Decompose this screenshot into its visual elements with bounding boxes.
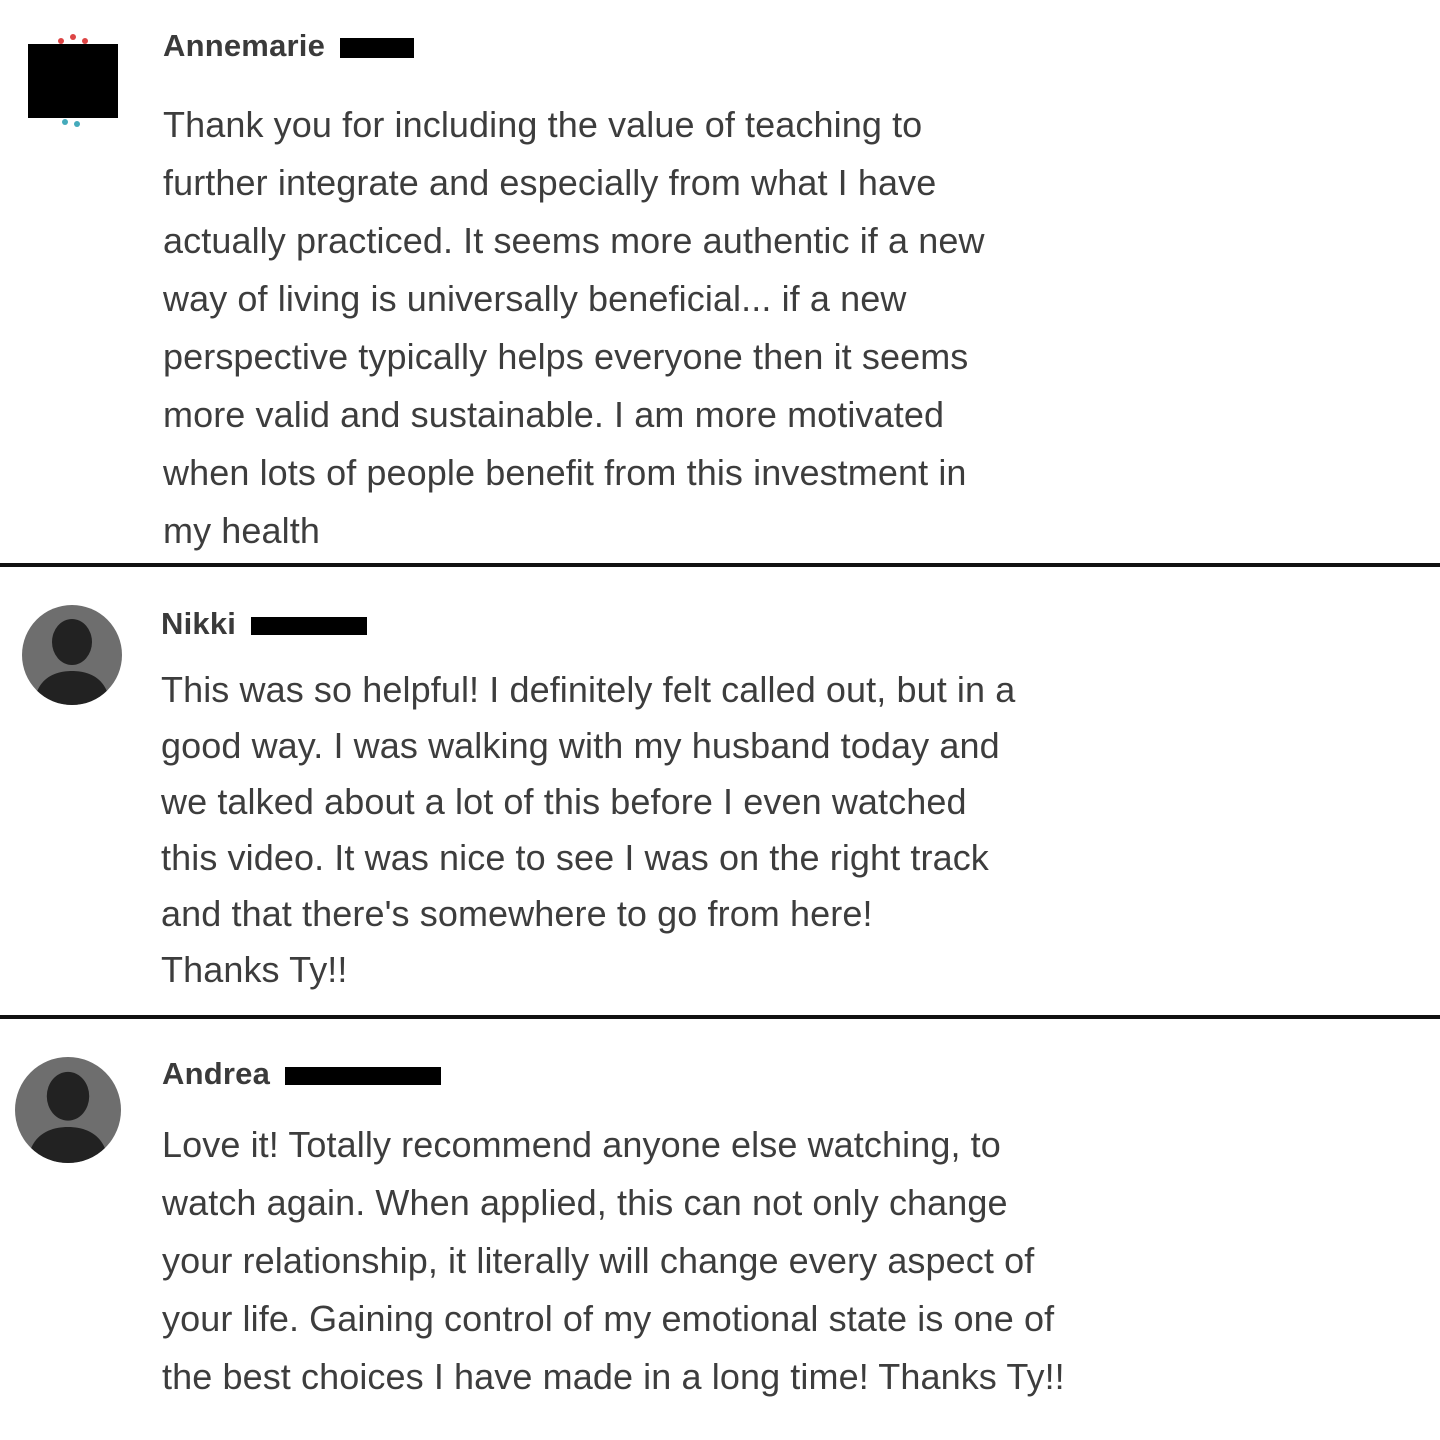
user-silhouette-icon [34,619,110,705]
text-line: your relationship, it literally will cha… [162,1240,1035,1281]
comment-author[interactable]: Annemarie [163,28,414,64]
text-line: and that there's somewhere to go from he… [161,893,873,934]
comment-author[interactable]: Andrea [162,1056,441,1092]
redacted-surname [339,37,414,58]
comment-text: This was so helpful! I definitely felt c… [161,662,1015,998]
text-line: your life. Gaining control of my emotion… [162,1298,1055,1339]
text-line: watch again. When applied, this can not … [162,1182,1008,1223]
redacted-surname [250,616,367,635]
text-line: my health [163,510,320,551]
text-line: Thank you for including the value of tea… [163,104,923,145]
comment-divider [0,563,1440,567]
text-line: This was so helpful! I definitely felt c… [161,669,1016,710]
text-line: Love it! Totally recommend anyone else w… [162,1124,1001,1165]
text-line: further integrate and especially from wh… [163,162,937,203]
avatar-redacted [28,44,118,118]
text-line: actually practiced. It seems more authen… [163,220,985,261]
comment-text: Love it! Totally recommend anyone else w… [162,1116,1065,1406]
avatar-decoration-icon [74,121,80,127]
text-line: the best choices I have made in a long t… [162,1356,1065,1397]
redacted-surname [284,1066,441,1085]
avatar-decoration-icon [82,38,88,44]
avatar-decoration-icon [62,119,68,125]
user-silhouette-icon [27,1071,109,1163]
text-line: way of living is universally beneficial.… [163,278,907,319]
comment-author[interactable]: Nikki [161,606,367,642]
avatar[interactable] [22,605,122,705]
text-line: more valid and sustainable. I am more mo… [163,394,945,435]
text-line: Thanks Ty!! [161,949,348,990]
avatar-decoration-icon [58,38,64,44]
text-line: this video. It was nice to see I was on … [161,837,989,878]
avatar[interactable] [15,1057,121,1163]
comment-text: Thank you for including the value of tea… [163,96,985,560]
text-line: perspective typically helps everyone the… [163,336,969,377]
avatar-decoration-icon [70,34,76,40]
author-name: Nikki [161,606,237,641]
text-line: we talked about a lot of this before I e… [161,781,967,822]
text-line: when lots of people benefit from this in… [163,452,967,493]
author-name: Annemarie [163,28,326,63]
comment-divider [0,1015,1440,1019]
text-line: good way. I was walking with my husband … [161,725,1000,766]
author-name: Andrea [162,1056,271,1091]
